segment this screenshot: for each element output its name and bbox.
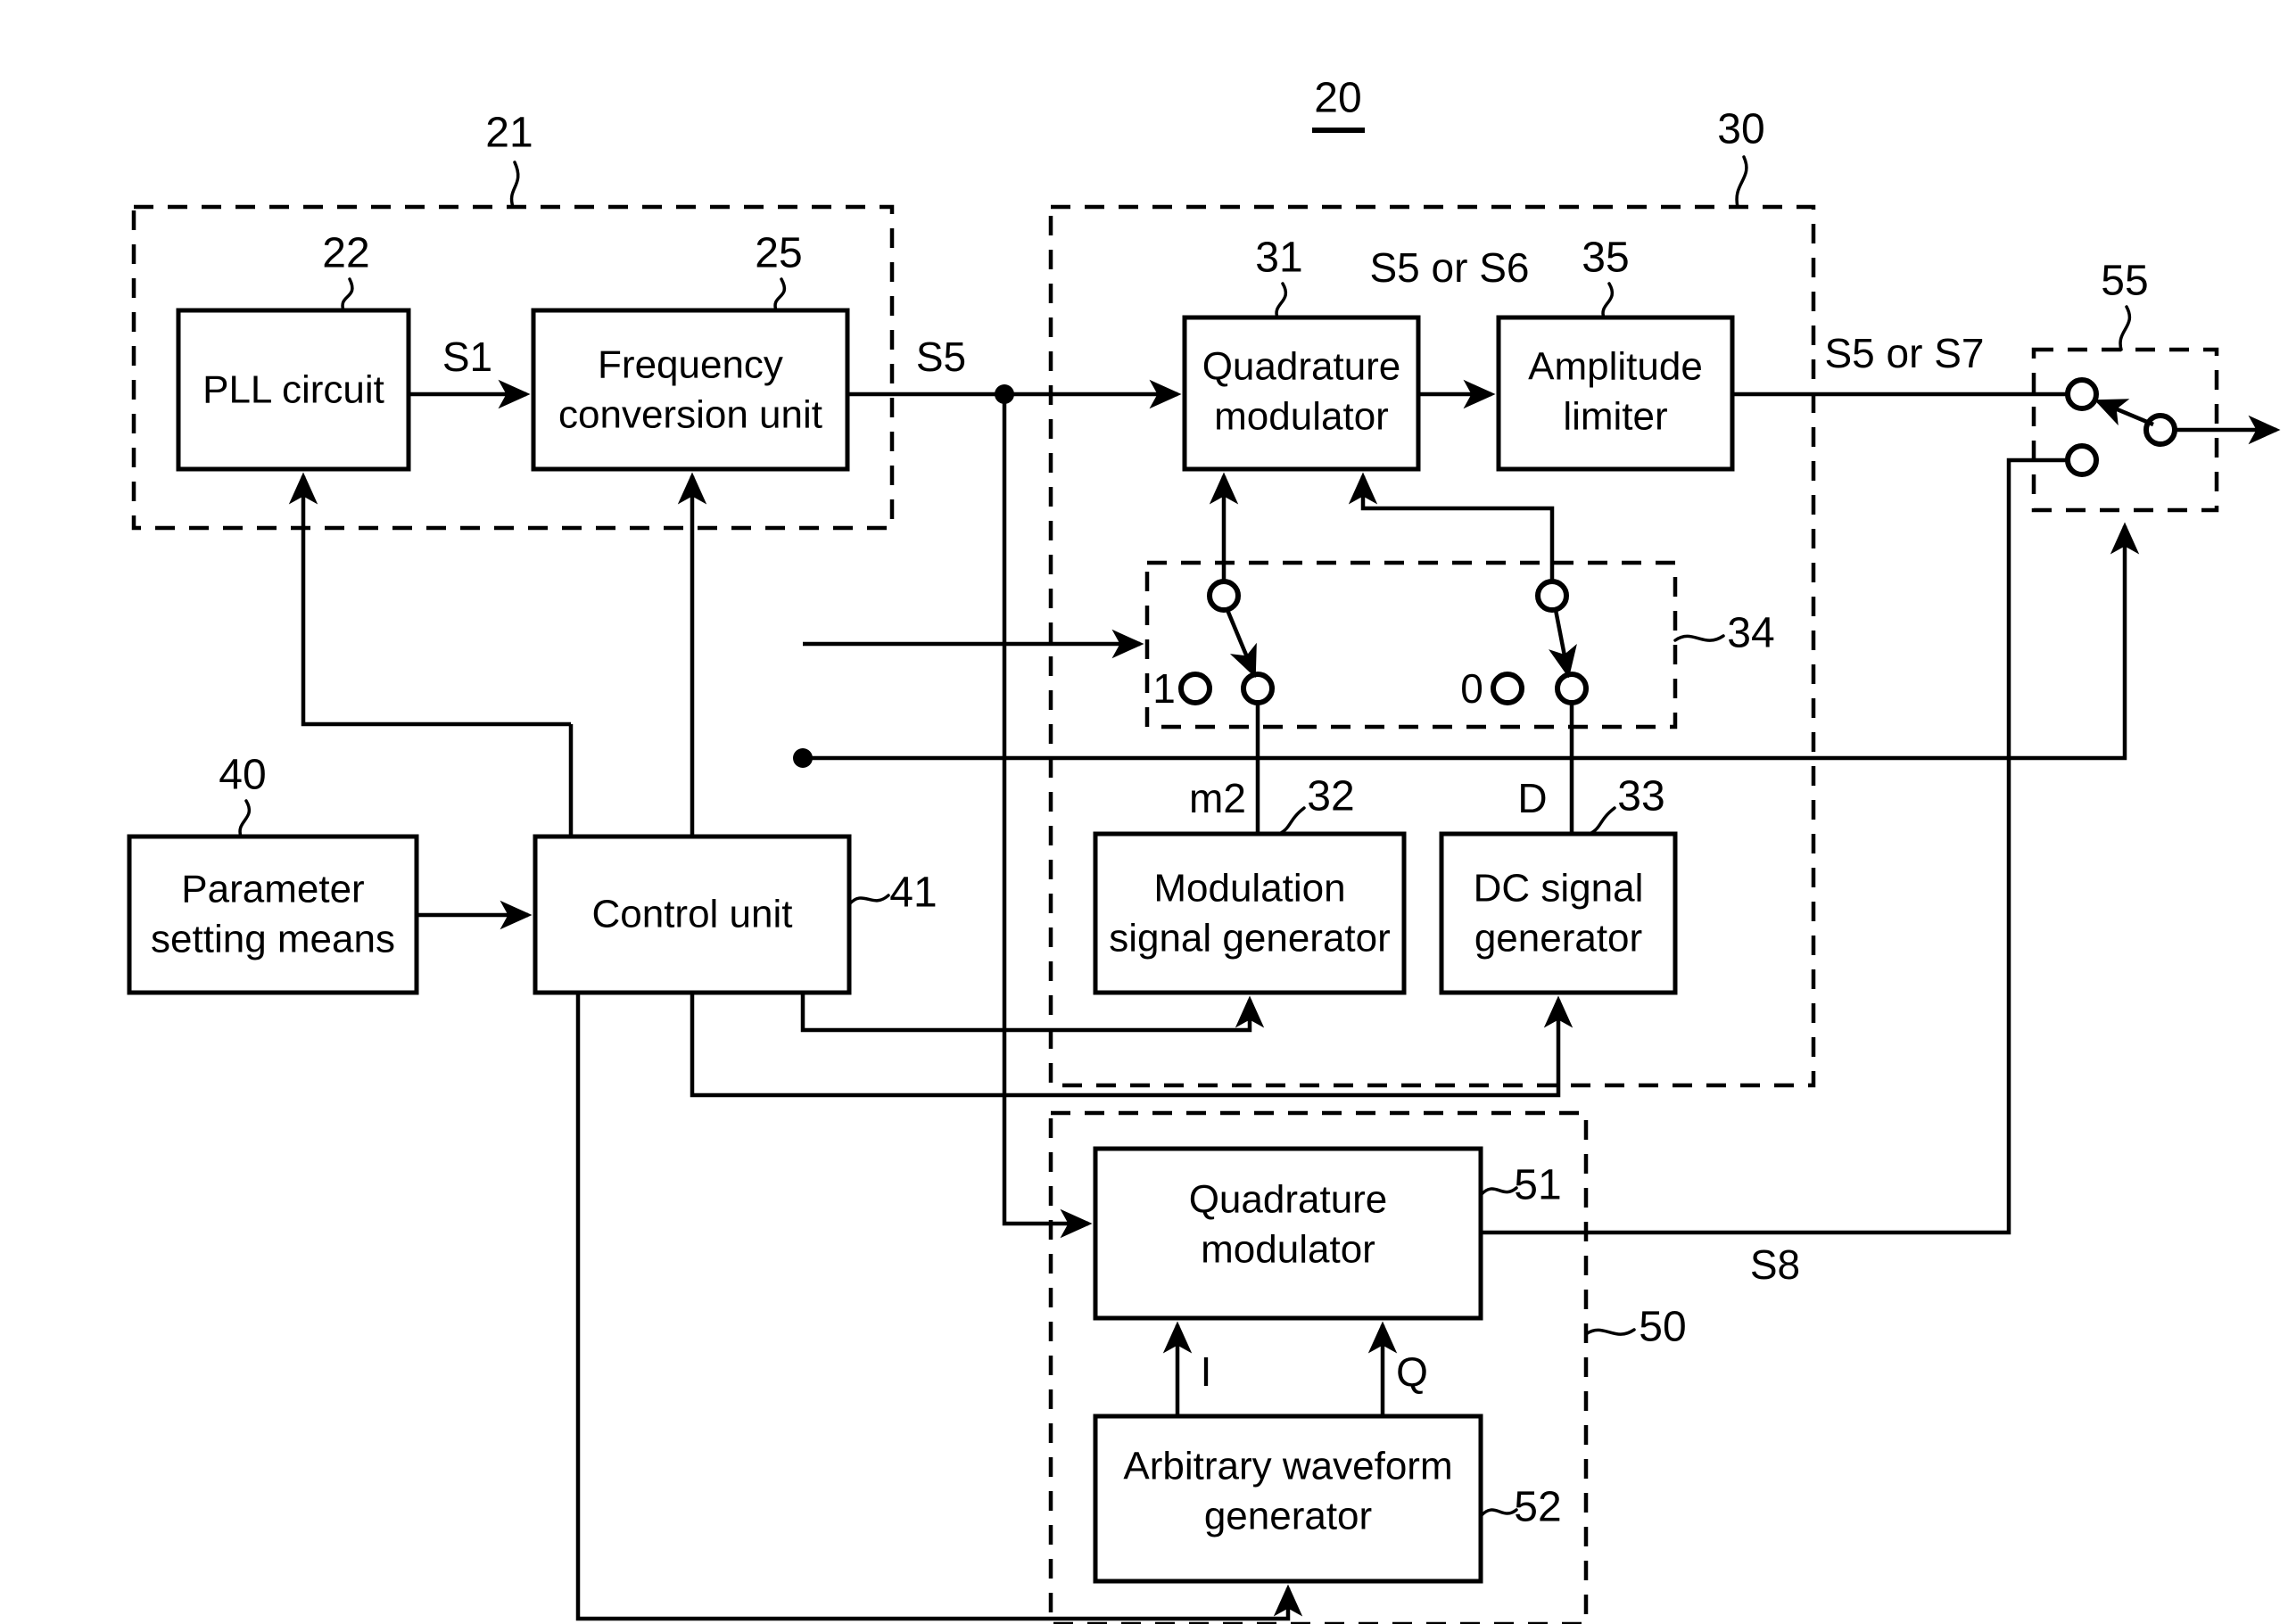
leader-34 [1673, 634, 1725, 642]
block-frequency-conversion-unit-label-2: conversion unit [558, 393, 822, 437]
leader-55 [2119, 305, 2132, 351]
ref-numeral-35: 35 [1582, 235, 1629, 282]
switch55-pole[interactable] [2143, 413, 2177, 447]
ref-numeral-20: 20 [1314, 75, 1361, 122]
block-parameter-setting-means[interactable] [127, 834, 419, 995]
junction-control-switch55 [793, 748, 813, 768]
ref-numeral-33: 33 [1617, 773, 1664, 820]
signal-label-m2: m2 [1189, 775, 1246, 821]
block-quadrature-modulator-31-label-2: modulator [1214, 395, 1389, 439]
leader-35 [1601, 282, 1615, 319]
ref-numeral-50: 50 [1639, 1304, 1686, 1351]
signal-label-i: I [1201, 1348, 1212, 1395]
block-modulation-signal-generator[interactable] [1093, 831, 1407, 995]
leader-41 [847, 894, 890, 906]
signal-label-s5-or-s6: S5 or S6 [1370, 244, 1530, 291]
ref-numeral-55: 55 [2101, 258, 2148, 305]
block-quadrature-modulator-31[interactable] [1182, 315, 1421, 472]
block-dc-signal-generator-label-1: DC signal [1474, 867, 1644, 911]
ref-numeral-30: 30 [1717, 106, 1764, 153]
switch34-right-terminal-1[interactable] [1555, 672, 1589, 705]
ref-numeral-21: 21 [485, 110, 533, 157]
switch34-left-blade[interactable] [1225, 609, 1257, 679]
switch55-terminal-top[interactable] [2065, 377, 2099, 411]
switch34-left-terminal-label: 1 [1152, 665, 1176, 712]
switch55-terminal-bottom[interactable] [2065, 443, 2099, 477]
switch34-right-blade[interactable] [1549, 609, 1577, 679]
switch34-left-terminal-0[interactable] [1178, 672, 1212, 705]
wire-control-to-pll [288, 472, 571, 727]
leader-51 [1479, 1186, 1518, 1197]
wire-s5-to-qm51 [1002, 394, 1093, 1239]
block-parameter-setting-means-label-2: setting means [151, 918, 395, 961]
block-amplitude-limiter-label-2: limiter [1563, 395, 1667, 439]
ref-numeral-52: 52 [1514, 1484, 1561, 1531]
switch34-left-terminal-1[interactable] [1241, 672, 1275, 705]
block-amplitude-limiter-label-1: Amplitude [1528, 345, 1703, 389]
signal-label-s5: S5 [916, 334, 966, 380]
leader-32 [1277, 806, 1306, 836]
block-parameter-setting-means-label-1: Parameter [181, 868, 364, 911]
leader-40 [238, 799, 252, 838]
block-amplitude-limiter[interactable] [1496, 315, 1735, 472]
ref-numeral-22: 22 [322, 230, 369, 277]
block-diagram-canvas: PLL circuit Frequency conversion unit Qu… [127, 75, 2281, 1624]
block-dc-signal-generator-label-2: generator [1474, 917, 1642, 960]
block-quadrature-modulator-31-label-1: Quadrature [1202, 345, 1401, 389]
block-frequency-conversion-unit-label-1: Frequency [598, 343, 783, 387]
block-modulation-signal-generator-label-2: signal generator [1109, 917, 1391, 960]
ref-numeral-41: 41 [889, 870, 937, 917]
block-arbitrary-waveform-generator-label-2: generator [1204, 1495, 1372, 1538]
wire-switch34-right-to-qm31 [1348, 472, 1555, 581]
signal-label-s5-or-s7: S5 or S7 [1825, 330, 1985, 376]
leader-21 [509, 161, 520, 209]
patent-figure: PLL circuit Frequency conversion unit Qu… [0, 0, 2288, 1624]
block-control-unit-label: Control unit [591, 893, 792, 936]
block-pll-circuit-label: PLL circuit [202, 368, 384, 412]
leader-31 [1275, 282, 1288, 319]
switch34-right-terminal-0[interactable] [1491, 672, 1524, 705]
ref-numeral-34: 34 [1727, 610, 1774, 657]
signal-label-s8: S8 [1750, 1241, 1800, 1288]
block-modulation-signal-generator-label-1: Modulation [1153, 867, 1345, 911]
leader-25 [773, 277, 787, 312]
ref-numeral-31: 31 [1255, 235, 1302, 282]
block-quadrature-modulator-51-label-2: modulator [1201, 1228, 1375, 1272]
block-quadrature-modulator-51-label-1: Quadrature [1189, 1178, 1388, 1222]
wire-control-to-msg [800, 993, 1265, 1033]
switch34-left-pole[interactable] [1207, 579, 1241, 613]
signal-label-d: D [1517, 775, 1547, 821]
switch34-right-pole[interactable] [1535, 579, 1569, 613]
signal-label-q: Q [1396, 1348, 1428, 1395]
block-arbitrary-waveform-generator-label-1: Arbitrary waveform [1123, 1445, 1452, 1488]
switch34-right-terminal-label: 0 [1460, 665, 1483, 712]
signal-label-s1: S1 [442, 334, 492, 380]
ref-numeral-32: 32 [1307, 773, 1354, 820]
ref-numeral-51: 51 [1514, 1162, 1561, 1209]
block-dc-signal-generator[interactable] [1439, 831, 1678, 995]
ref-numeral-40: 40 [219, 752, 266, 799]
leader-52 [1479, 1508, 1518, 1518]
leader-33 [1588, 806, 1616, 836]
block-frequency-conversion-unit[interactable] [531, 308, 850, 472]
leader-30 [1735, 155, 1748, 209]
wire-control-to-dcsg [690, 993, 1574, 1098]
ref-numeral-25: 25 [755, 230, 802, 277]
leader-50 [1584, 1328, 1636, 1336]
switch55-blade[interactable] [2094, 399, 2154, 427]
leader-22 [341, 277, 354, 312]
